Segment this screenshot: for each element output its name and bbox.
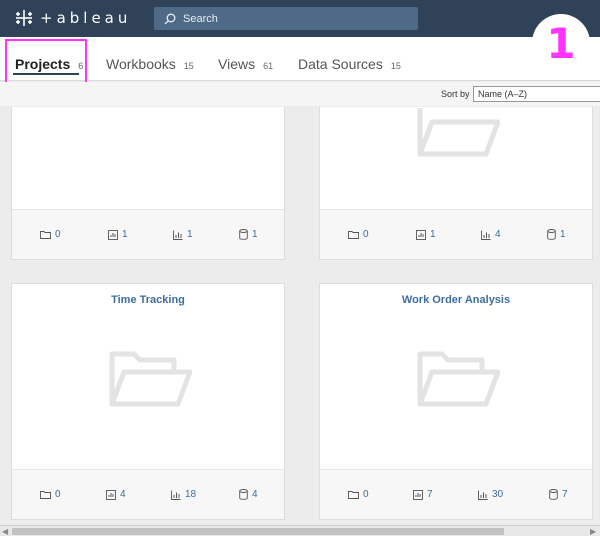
stat-value: 18 <box>185 489 197 500</box>
tab-data-sources[interactable]: Data Sources 15 <box>298 56 401 72</box>
project-card-time-tracking[interactable]: Time Tracking 0 4 18 4 <box>11 283 285 520</box>
stat-views[interactable]: 30 <box>478 489 503 500</box>
tab-count: 15 <box>390 61 401 71</box>
stat-value: 30 <box>492 489 504 500</box>
stat-value: 1 <box>430 229 436 240</box>
tab-views[interactable]: Views 61 <box>218 56 273 72</box>
stat-projects[interactable]: 0 <box>40 229 61 240</box>
database-icon <box>547 229 556 240</box>
stat-data-sources[interactable]: 4 <box>239 489 258 500</box>
workbook-icon <box>413 489 423 500</box>
stat-value: 0 <box>55 489 61 500</box>
search-placeholder: Search <box>183 12 218 25</box>
tableau-logo[interactable]: +ableau <box>14 8 131 28</box>
stat-value: 1 <box>560 229 566 240</box>
tab-workbooks[interactable]: Workbooks 15 <box>106 56 194 72</box>
database-icon <box>239 229 248 240</box>
stat-workbooks[interactable]: 1 <box>108 229 128 240</box>
stat-value: 4 <box>495 229 501 240</box>
view-chart-icon <box>171 490 181 500</box>
top-nav-bar: +ableau Search <box>0 0 600 37</box>
stat-value: 1 <box>122 229 128 240</box>
stat-data-sources[interactable]: 7 <box>549 489 568 500</box>
stat-data-sources[interactable]: 1 <box>547 229 566 240</box>
folder-icon <box>348 231 359 239</box>
step-number: 1 <box>546 18 576 68</box>
stat-projects[interactable]: 0 <box>348 229 369 240</box>
folder-placeholder-icon <box>417 108 500 157</box>
folder-placeholder-icon <box>417 351 500 407</box>
project-grid: 0 1 1 1 0 1 4 1 Time Tracking 0 4 18 4 W… <box>0 107 600 525</box>
search-icon <box>164 13 176 24</box>
project-card[interactable]: 0 1 1 1 <box>11 107 285 260</box>
tab-label: Data Sources <box>298 56 383 72</box>
active-tab-underline <box>13 73 79 75</box>
scroll-left-arrow-icon[interactable]: ◀ <box>2 527 8 536</box>
sort-label: Sort by <box>441 89 470 99</box>
tab-label: Workbooks <box>106 56 176 72</box>
stat-views[interactable]: 18 <box>171 489 196 500</box>
database-icon <box>549 489 558 500</box>
project-card-work-order-analysis[interactable]: Work Order Analysis 0 7 30 7 <box>319 283 593 520</box>
stat-workbooks[interactable]: 7 <box>413 489 433 500</box>
card-footer: 0 4 18 4 <box>12 469 284 519</box>
horizontal-scrollbar[interactable]: ◀ ▶ <box>0 525 600 536</box>
folder-icon <box>40 491 51 499</box>
tableau-cross-icon <box>16 10 32 26</box>
stat-value: 7 <box>562 489 568 500</box>
project-title[interactable]: Work Order Analysis <box>320 294 592 306</box>
view-chart-icon <box>173 230 183 240</box>
stat-value: 0 <box>363 489 369 500</box>
tab-label: Projects <box>15 56 71 72</box>
tab-count: 61 <box>263 61 274 71</box>
card-footer: 0 1 1 1 <box>12 209 284 259</box>
stat-value: 4 <box>252 489 258 500</box>
view-chart-icon <box>478 490 488 500</box>
folder-icon <box>40 231 51 239</box>
stat-views[interactable]: 4 <box>481 229 501 240</box>
step-number-badge: 1 <box>532 14 590 72</box>
card-footer: 0 7 30 7 <box>320 469 592 519</box>
workbook-icon <box>416 229 426 240</box>
folder-icon <box>348 491 359 499</box>
stat-value: 0 <box>363 229 369 240</box>
stat-projects[interactable]: 0 <box>348 489 369 500</box>
stat-data-sources[interactable]: 1 <box>239 229 258 240</box>
stat-value: 4 <box>120 489 126 500</box>
stat-value: 1 <box>252 229 258 240</box>
card-footer: 0 1 4 1 <box>320 209 592 259</box>
tab-count: 15 <box>183 61 194 71</box>
stat-workbooks[interactable]: 1 <box>416 229 436 240</box>
project-card[interactable]: 0 1 4 1 <box>319 107 593 260</box>
tab-label: Views <box>218 56 256 72</box>
tab-projects[interactable]: Projects 6 <box>15 56 83 72</box>
sort-dropdown[interactable]: Name (A–Z) <box>473 86 600 102</box>
scroll-right-arrow-icon[interactable]: ▶ <box>590 527 596 536</box>
stat-value: 0 <box>55 229 61 240</box>
database-icon <box>239 489 248 500</box>
content-type-tabs: Projects 6 Workbooks 15 Views 61 Data So… <box>0 37 600 81</box>
sort-bar: Sort by Name (A–Z) <box>0 82 600 106</box>
stat-workbooks[interactable]: 4 <box>106 489 126 500</box>
stat-views[interactable]: 1 <box>173 229 193 240</box>
view-chart-icon <box>481 230 491 240</box>
search-input[interactable]: Search <box>154 7 418 30</box>
stat-value: 1 <box>187 229 193 240</box>
tab-count: 6 <box>78 61 84 71</box>
stat-projects[interactable]: 0 <box>40 489 61 500</box>
folder-placeholder-icon <box>109 351 192 407</box>
logo-text: +ableau <box>40 9 132 27</box>
project-title[interactable]: Time Tracking <box>12 294 284 306</box>
workbook-icon <box>106 489 116 500</box>
workbook-icon <box>108 229 118 240</box>
scrollbar-thumb[interactable] <box>12 528 504 535</box>
stat-value: 7 <box>427 489 433 500</box>
